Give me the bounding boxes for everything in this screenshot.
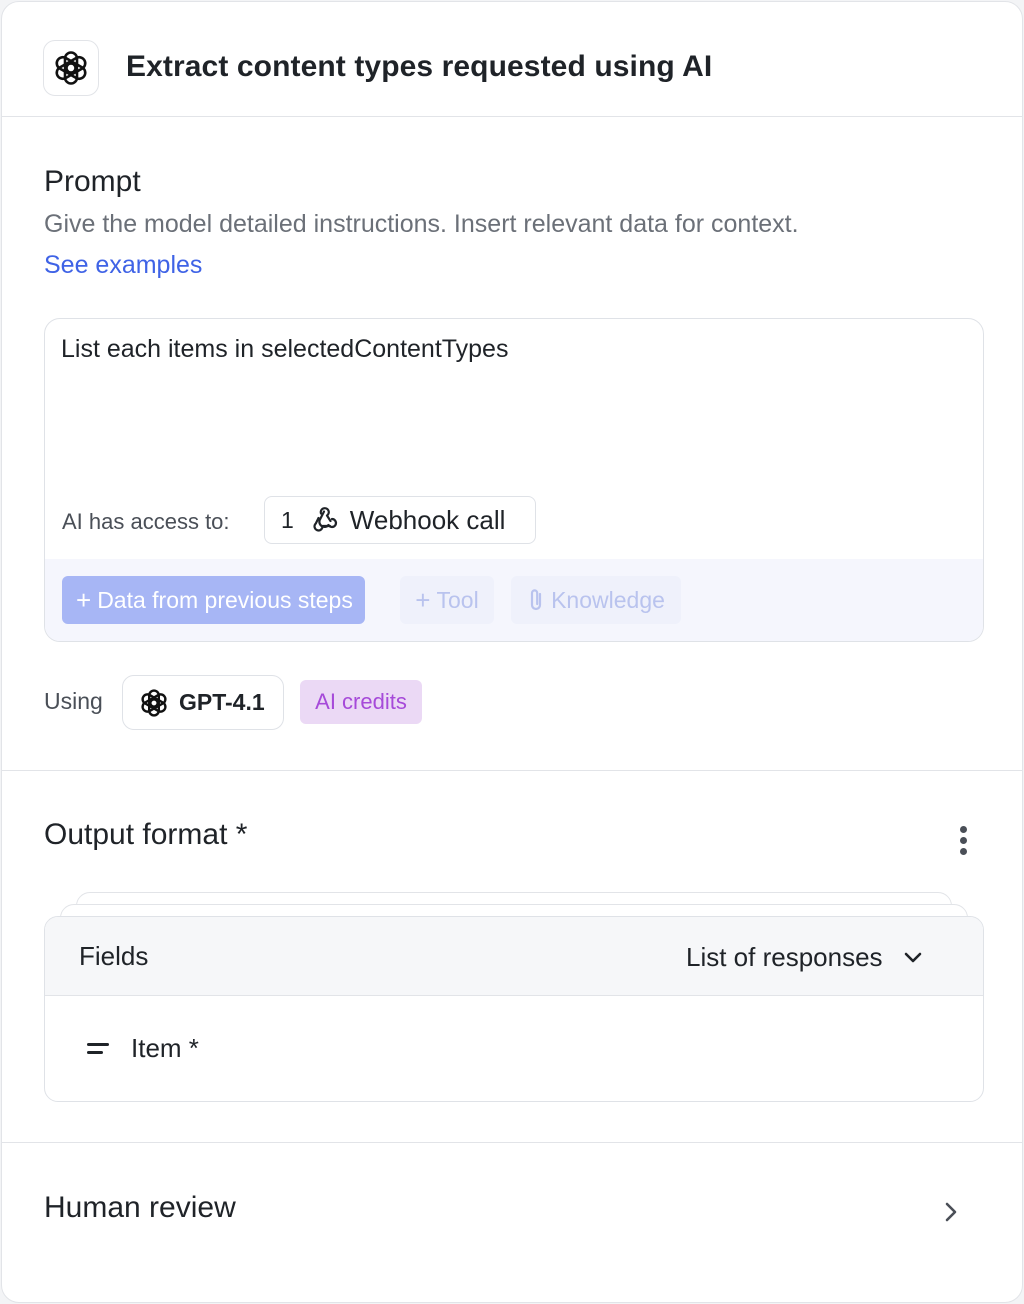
model-name: GPT-4.1 — [179, 689, 265, 715]
response-type-value: List of responses — [686, 941, 883, 972]
add-data-from-previous-steps-button[interactable]: + Data from previous steps — [62, 576, 365, 624]
add-knowledge-label: Knowledge — [551, 586, 665, 613]
openai-logo-icon — [43, 40, 99, 96]
human-review-row[interactable]: Human review — [2, 1143, 1022, 1283]
prompt-heading: Prompt — [44, 165, 141, 198]
add-tool-button[interactable]: + Tool — [400, 576, 494, 624]
field-name: Item * — [131, 1033, 199, 1063]
add-knowledge-button[interactable]: Knowledge — [511, 576, 681, 624]
plus-icon: + — [415, 584, 431, 615]
using-label: Using — [44, 688, 103, 714]
ai-credits-badge: AI credits — [300, 680, 422, 724]
paperclip-icon — [527, 587, 545, 613]
access-step-number: 1 — [281, 506, 294, 533]
prompt-editor[interactable]: List each items in selectedContentTypes … — [44, 318, 984, 642]
ai-step-panel: Extract content types requested using AI… — [1, 1, 1023, 1303]
prompt-text[interactable]: List each items in selectedContentTypes — [61, 335, 508, 364]
fields-card-header: Fields List of responses — [45, 917, 983, 996]
prompt-toolbar: + Data from previous steps + Tool Knowle… — [45, 559, 983, 641]
add-data-label: Data from previous steps — [97, 586, 353, 613]
page-title: Extract content types requested using AI — [126, 50, 713, 83]
openai-logo-icon — [138, 687, 170, 719]
fields-label: Fields — [79, 941, 149, 971]
access-name: Webhook call — [349, 504, 506, 535]
more-options-icon[interactable] — [952, 824, 976, 856]
webhook-icon — [310, 504, 338, 537]
plus-icon: + — [76, 584, 92, 615]
model-selector[interactable]: GPT-4.1 — [122, 675, 284, 730]
chevron-right-icon — [940, 1201, 962, 1223]
section-divider — [2, 770, 1022, 771]
human-review-heading: Human review — [44, 1191, 236, 1224]
output-format-heading: Output format * — [44, 818, 248, 851]
text-field-icon — [87, 1043, 109, 1055]
response-type-dropdown[interactable]: List of responses — [686, 937, 923, 977]
field-row[interactable]: Item * — [45, 997, 983, 1101]
panel-header: Extract content types requested using AI — [2, 2, 1022, 117]
prompt-description: Give the model detailed instructions. In… — [44, 210, 799, 238]
access-label: AI has access to: — [62, 509, 230, 534]
add-tool-label: Tool — [436, 586, 479, 613]
chevron-down-icon — [903, 950, 923, 964]
fields-card: Fields List of responses Item * — [44, 916, 984, 1102]
access-chip-webhook[interactable]: 1 Webhook call — [264, 496, 536, 544]
see-examples-link[interactable]: See examples — [44, 251, 202, 280]
